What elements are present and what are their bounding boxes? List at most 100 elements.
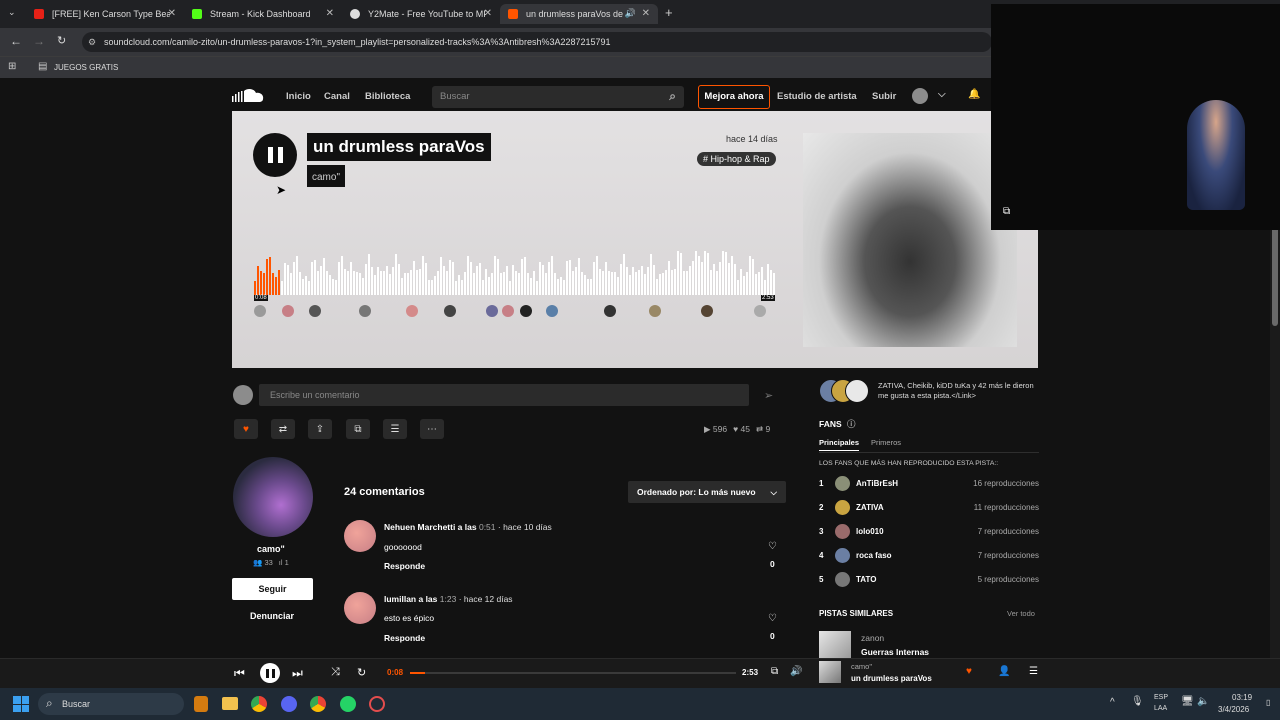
comment-timestamp[interactable]: 0:51: [479, 522, 496, 532]
send-comment-icon[interactable]: ➢: [764, 389, 773, 402]
site-info-icon[interactable]: ⚙: [88, 32, 96, 52]
search-icon[interactable]: ⌕: [669, 89, 676, 104]
fan-avatar[interactable]: [835, 475, 850, 491]
fan-row[interactable]: 4 roca faso 7 reproducciones: [819, 545, 1039, 565]
similar-track-artwork[interactable]: [819, 631, 851, 658]
clock-time[interactable]: 03:19: [1232, 693, 1252, 702]
windows-start-icon[interactable]: [13, 696, 29, 712]
close-tab-icon[interactable]: ✕: [326, 8, 334, 19]
genre-tag[interactable]: # Hip-hop & Rap: [697, 152, 776, 166]
app-icon[interactable]: [369, 696, 385, 712]
fan-name[interactable]: TATO: [856, 575, 978, 584]
bookmark-juegos[interactable]: JUEGOS GRATIS: [54, 63, 118, 72]
volume-icon[interactable]: 🔊: [790, 666, 802, 677]
play-pause-button[interactable]: [253, 133, 297, 177]
likers-avatars[interactable]: [819, 379, 873, 405]
previous-track-icon[interactable]: ⏮: [234, 666, 245, 681]
follow-artist-icon[interactable]: 👤: [998, 666, 1010, 677]
waveform[interactable]: [254, 251, 776, 311]
comment-avatar[interactable]: [344, 520, 376, 552]
fan-avatar[interactable]: [835, 571, 850, 587]
fan-name[interactable]: ZATIVA: [856, 503, 974, 512]
waveform-comment-avatar[interactable]: [520, 305, 532, 317]
repeat-icon[interactable]: ↻: [357, 666, 366, 679]
player-progress-track[interactable]: [410, 672, 736, 674]
fan-row[interactable]: 5 TATO 5 reproducciones: [819, 569, 1039, 589]
pip-icon[interactable]: ⧉: [771, 666, 778, 677]
waveform-comment-avatar[interactable]: [282, 305, 294, 317]
lang-layout[interactable]: LAA: [1154, 705, 1167, 712]
taskbar-search[interactable]: ⌕ Buscar: [38, 693, 184, 715]
notification-icon[interactable]: ▯: [1266, 698, 1270, 707]
nav-subir[interactable]: Subir: [872, 91, 896, 102]
waveform-comment-avatar[interactable]: [754, 305, 766, 317]
waveform-comment-avatar[interactable]: [604, 305, 616, 317]
browser-tab[interactable]: Y2Mate - Free YouTube to MP3 ✕: [342, 4, 500, 24]
fan-name[interactable]: roca faso: [856, 551, 978, 560]
comment-timestamp[interactable]: 1:23: [440, 594, 457, 604]
close-tab-icon[interactable]: ✕: [484, 8, 492, 19]
fan-avatar[interactable]: [835, 547, 850, 563]
close-tab-icon[interactable]: ✕: [168, 8, 176, 19]
speaker-icon[interactable]: 🔈: [1197, 696, 1209, 707]
waveform-comment-avatar[interactable]: [701, 305, 713, 317]
tab-list-icon[interactable]: ⌄: [8, 7, 16, 18]
whatsapp-icon[interactable]: [340, 696, 356, 712]
player-title[interactable]: un drumless paraVos: [851, 674, 932, 683]
waveform-comment-avatar[interactable]: [359, 305, 371, 317]
more-button[interactable]: ⋯: [420, 419, 444, 439]
browser-tab-active[interactable]: un drumless paraVos de ca 🔊 ✕: [500, 4, 658, 24]
speaker-icon[interactable]: 🔊: [625, 8, 636, 19]
similar-track-artist[interactable]: zanon: [861, 633, 884, 643]
waveform-comment-avatar[interactable]: [406, 305, 418, 317]
player-artwork[interactable]: [819, 661, 841, 683]
tracks-stat[interactable]: ıl 1: [279, 558, 289, 567]
nav-biblioteca[interactable]: Biblioteca: [365, 91, 410, 102]
file-explorer-icon[interactable]: [222, 697, 238, 710]
fan-row[interactable]: 2 ZATIVA 11 reproducciones: [819, 497, 1039, 517]
chevron-down-icon[interactable]: ⌵: [938, 89, 946, 100]
comment-input[interactable]: Escribe un comentario: [259, 384, 749, 406]
info-icon[interactable]: ⓘ: [847, 419, 856, 429]
lang-code[interactable]: ESP: [1154, 694, 1168, 701]
comment-like-icon[interactable]: ♡: [768, 541, 777, 552]
waveform-comment-avatar[interactable]: [546, 305, 558, 317]
likers-text[interactable]: ZATIVA, Cheikib, kiDD tuKa y 42 más le d…: [878, 381, 1038, 401]
comment-user[interactable]: Nehuen Marchetti a las: [384, 522, 477, 532]
tray-chevron-icon[interactable]: ^: [1110, 697, 1115, 708]
back-icon[interactable]: ←: [10, 34, 22, 48]
player-like-icon[interactable]: ♥: [966, 666, 972, 677]
similar-track-title[interactable]: Guerras Internas: [861, 647, 929, 657]
fan-avatar[interactable]: [835, 523, 850, 539]
new-tab-icon[interactable]: +: [665, 5, 673, 20]
sort-dropdown[interactable]: Ordenado por: Lo más nuevo ⌵: [628, 481, 786, 503]
notifications-bell-icon[interactable]: 🔔: [968, 89, 980, 100]
follow-button[interactable]: Seguir: [232, 578, 313, 600]
chrome-icon[interactable]: [251, 696, 267, 712]
track-artist-box[interactable]: camo": [307, 165, 346, 187]
nav-inicio[interactable]: Inicio: [286, 91, 311, 102]
copy-link-button[interactable]: ⧉: [346, 419, 370, 439]
player-artist[interactable]: camo": [851, 662, 872, 671]
webcam-toggle-icon[interactable]: ⧉: [1003, 206, 1010, 217]
fan-row[interactable]: 1 AnTiBrEsH 16 reproducciones: [819, 473, 1039, 493]
browser-tab[interactable]: Stream - Kick Dashboard ✕: [184, 4, 342, 24]
waveform-comment-avatar[interactable]: [649, 305, 661, 317]
see-all-link[interactable]: Ver todo: [1007, 609, 1035, 618]
repost-button[interactable]: ⇄: [271, 419, 295, 439]
player-pause-button[interactable]: [260, 663, 280, 683]
apps-grid-icon[interactable]: ⊞: [8, 61, 16, 72]
comment-reply[interactable]: Responde: [384, 561, 425, 571]
nav-canal[interactable]: Canal: [324, 91, 350, 102]
microphone-icon[interactable]: 🎙: [1131, 696, 1144, 707]
discord-icon[interactable]: [281, 696, 297, 712]
report-link[interactable]: Denunciar: [250, 611, 294, 621]
next-track-icon[interactable]: ⏭: [292, 666, 303, 681]
fan-name[interactable]: AnTiBrEsH: [856, 479, 973, 488]
tab-primeros[interactable]: Primeros: [871, 438, 901, 447]
shuffle-icon[interactable]: ⤨: [331, 666, 340, 679]
followers-stat[interactable]: 👥 33: [253, 558, 273, 567]
tab-principales[interactable]: Principales: [819, 438, 860, 451]
app-icon[interactable]: [194, 696, 208, 712]
close-tab-icon[interactable]: ✕: [642, 8, 650, 19]
